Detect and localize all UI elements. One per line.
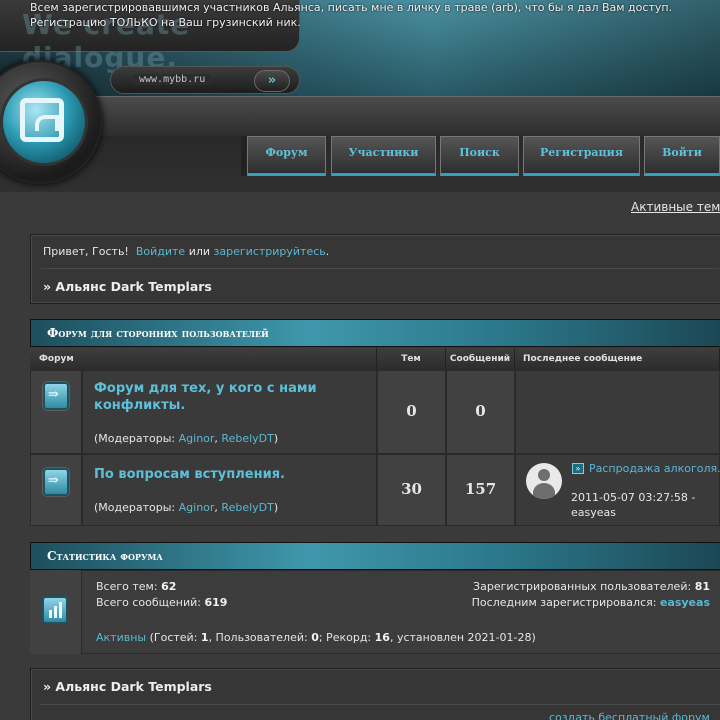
last-registered-label: Последним зарегистрировался: <box>471 596 657 609</box>
stat-total-topics: Всего тем: 62 <box>96 580 176 593</box>
topics-count: 30 <box>401 480 422 498</box>
stat-registered: Зарегистрированных пользователей: 81 <box>473 580 710 593</box>
active-topics-link[interactable]: Активные темы <box>631 200 720 214</box>
announcement-text: Всем зарегистрировавшимся участников Аль… <box>30 1 673 29</box>
moderators-close: ) <box>273 501 279 514</box>
column-last-label: Последнее сообщение <box>523 354 643 364</box>
registered-label: Зарегистрированных пользователей: <box>473 580 692 593</box>
column-last-post: Последнее сообщение <box>515 348 720 370</box>
registered-value: 81 <box>694 580 710 593</box>
stat-last-registered: Последним зарегистрировался: easyeas <box>472 596 710 609</box>
total-topics-value: 62 <box>161 580 177 593</box>
stat-active: Активны (Гостей: 1, Пользователей: 0; Ре… <box>96 631 536 644</box>
record-label: ; Рекорд: <box>318 631 372 644</box>
nav-forum[interactable]: Форум <box>247 136 326 176</box>
footer-divider <box>40 704 720 705</box>
nav-login[interactable]: Войти <box>644 136 720 176</box>
forum-title-link[interactable]: Форум для тех, у кого с нами конфликты. <box>94 380 364 414</box>
moderators-close: ) <box>273 432 279 445</box>
topics-count: 0 <box>406 402 417 420</box>
bar-chart-icon <box>42 596 68 624</box>
forum-moderators: (Модераторы: Aginor, RebelyDT) <box>94 501 279 514</box>
stats-title: Статистика форума <box>47 549 163 563</box>
welcome-box: Привет, Гость! Войдите или зарегистрируй… <box>30 234 720 304</box>
guests-value: 1 <box>200 631 209 644</box>
url-text: www.mybb.ru <box>133 74 212 85</box>
total-topics-label: Всего тем: <box>96 580 158 593</box>
column-forum: Форум <box>30 348 377 370</box>
moderator-link[interactable]: Aginor <box>179 432 215 445</box>
last-post-meta: 2011-05-07 03:27:58 - easyeas <box>571 490 720 520</box>
nav-search[interactable]: Поиск <box>440 136 519 176</box>
nav-forum-label: Форум <box>265 146 308 159</box>
forum-title-link[interactable]: По вопросам вступления. <box>94 466 364 483</box>
moderators-label: (Модераторы: <box>94 432 176 445</box>
users-label: , Пользователей: <box>208 631 308 644</box>
or-text: или <box>188 245 211 258</box>
column-topics: Тем <box>377 348 446 370</box>
create-forum-link[interactable]: создать бесплатный форум <box>549 711 710 720</box>
active-users-link[interactable]: Активны <box>96 631 146 644</box>
nav-users-label: Участники <box>348 146 419 159</box>
register-link[interactable]: зарегистрируйтесь <box>214 245 326 258</box>
last-post-title-link[interactable]: Распродажа алкоголя. <box>571 462 720 476</box>
column-topics-label: Тем <box>401 354 421 364</box>
nav-register-label: Регистрация <box>540 146 623 159</box>
stat-total-posts: Всего сообщений: 619 <box>96 596 227 609</box>
users-value: 0 <box>311 631 319 644</box>
go-button[interactable]: » <box>254 70 290 92</box>
forum-arrow-icon <box>43 382 69 410</box>
forum-moderators: (Модераторы: Aginor, RebelyDT) <box>94 432 279 445</box>
total-posts-label: Всего сообщений: <box>96 596 201 609</box>
logo-glyph-icon <box>20 98 64 142</box>
breadcrumb[interactable]: » Альянс Dark Templars <box>43 279 212 294</box>
nav-users[interactable]: Участники <box>331 136 436 176</box>
nav-register[interactable]: Регистрация <box>523 136 640 176</box>
login-link[interactable]: Войдите <box>136 245 185 258</box>
period-text: . <box>325 245 330 258</box>
record-value: 16 <box>374 631 390 644</box>
header-metal-bar <box>60 96 720 136</box>
category-title[interactable]: Форум для сторонних пользователей <box>47 326 269 340</box>
last-post-date: 2011-05-07 03:27:58 - <box>571 491 696 504</box>
user-avatar-icon[interactable] <box>526 463 562 499</box>
guests-label: (Гостей: <box>149 631 198 644</box>
footer-breadcrumb[interactable]: » Альянс Dark Templars <box>43 679 212 694</box>
greeting-text: Привет, Гость! <box>43 245 129 258</box>
column-posts: Сообщений <box>446 348 515 370</box>
welcome-line: Привет, Гость! Войдите или зарегистрируй… <box>43 245 329 258</box>
last-registered-user-link[interactable]: easyeas <box>660 596 710 609</box>
last-post-author: easyeas <box>571 506 616 519</box>
stats-header: Статистика форума <box>30 542 720 570</box>
total-posts-value: 619 <box>204 596 228 609</box>
column-posts-label: Сообщений <box>449 354 511 364</box>
moderators-label: (Модераторы: <box>94 501 176 514</box>
nav-login-label: Войти <box>662 146 702 159</box>
nav-search-label: Поиск <box>459 146 500 159</box>
forum-arrow-icon <box>43 468 69 496</box>
moderator-link[interactable]: RebelyDT <box>221 432 273 445</box>
moderator-link[interactable]: RebelyDT <box>221 501 273 514</box>
posts-count: 157 <box>464 480 497 498</box>
moderator-link[interactable]: Aginor <box>179 501 215 514</box>
record-date: , установлен 2021-01-28) <box>389 631 536 644</box>
category-header: Форум для сторонних пользователей <box>30 319 720 347</box>
last-post-cell <box>515 370 720 454</box>
forum-info-cell <box>82 454 377 526</box>
divider <box>41 268 719 269</box>
column-forum-label: Форум <box>39 354 74 364</box>
posts-count: 0 <box>475 402 486 420</box>
